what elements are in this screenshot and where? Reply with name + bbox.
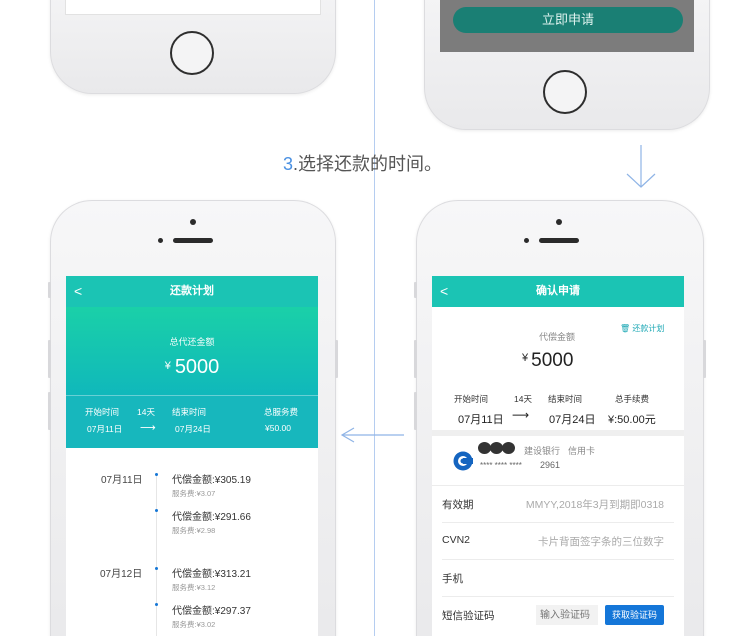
phone-screen [65,0,321,15]
amount-label: 代偿金额 [539,332,576,342]
phone-label: 手机 [442,573,463,585]
arrow-right-icon: ⟶ [512,408,530,422]
redacted-name [478,442,518,454]
side-button [335,340,338,378]
total-label: 总代还金额 [169,337,215,347]
sms-code-input[interactable] [536,605,598,625]
start-value: 07月11日 [458,414,504,426]
bank-logo-icon [453,451,473,471]
cvn-row: CVN2 卡片背面签字条的三位数字 [442,523,674,560]
trash-icon: 🗑 [620,324,631,333]
start-label: 开始时间 [454,394,489,404]
side-button [414,340,417,378]
nav-bar: < 确认申请 [432,276,684,307]
camera-icon [190,219,196,225]
expiry-label: 有效期 [442,499,474,511]
plan-link[interactable]: 🗑 还款计划 [620,323,664,334]
plan-fee: 服务费:¥2.98 [172,526,216,535]
sms-row: 短信验证码 获取验证码 [442,597,674,634]
repayment-plan-screen: < 还款计划 总代还金额 ¥5000 开始时间 14天 结束时间 总服务费 07… [66,276,318,636]
apply-button[interactable]: 立即申请 [453,7,683,33]
sensor-icon [524,238,529,243]
camera-icon [556,219,562,225]
amount-section: 代偿金额 🗑 还款计划 ¥5000 开始时间 14天 结束时间 总手续费 07月… [432,307,684,430]
side-button [414,392,417,430]
expiry-row: 有效期 MMYY,2018年3月到期即0318 [442,486,674,523]
timeline-dot [155,603,158,606]
card-mask: **** **** **** [480,461,522,470]
plan-amount: 代偿金额:¥291.66 [172,512,251,523]
plan-fee: 服务费:¥3.07 [172,489,216,498]
confirm-application-screen: < 确认申请 代偿金额 🗑 还款计划 ¥5000 开始时间 14天 结束时间 总… [432,276,684,636]
back-icon[interactable]: < [440,276,448,307]
speaker-icon [173,238,213,243]
start-value: 07月11日 [87,424,123,434]
start-label: 开始时间 [85,407,120,417]
period-panel: 开始时间 14天 结束时间 总服务费 07月11日 ⟶ 07月24日 ¥50.0… [66,395,318,448]
nav-bar: < 还款计划 [66,276,318,307]
side-button [48,392,51,430]
cvn-field[interactable]: 卡片背面签字条的三位数字 [538,534,664,549]
get-code-button[interactable]: 获取验证码 [604,605,664,625]
plan-date: 07月12日 [100,569,143,580]
days-label: 14天 [137,407,155,417]
arrow-down-icon [626,145,656,188]
timeline-line [156,474,157,636]
end-value: 07月24日 [175,424,211,434]
arrow-right-icon: ⟶ [140,422,156,434]
arrow-left-icon [340,427,404,443]
phone-row: 手机 [442,560,674,597]
step-caption: 3.选择还款的时间。 [283,154,443,174]
card-type: 信用卡 [568,446,596,456]
fee-label: 总服务费 [264,407,299,417]
plan-amount: 代偿金额:¥297.37 [172,606,251,617]
plan-amount: 代偿金额:¥313.21 [172,569,251,580]
page-title: 还款计划 [170,285,214,297]
timeline-dot [155,509,158,512]
timeline-dot [155,473,158,476]
home-button [543,70,587,114]
side-button [48,282,51,298]
timeline-dot [155,567,158,570]
bank-card-row[interactable]: 建设银行 信用卡 **** **** **** 2961 [432,436,684,486]
divider-line [374,0,375,636]
speaker-icon [539,238,579,243]
bank-name: 建设银行 [524,446,561,456]
total-amount-panel: 总代还金额 ¥5000 [66,307,318,395]
days-label: 14天 [514,394,532,404]
plan-amount: 代偿金额:¥305.19 [172,475,251,486]
total-amount: ¥5000 [164,356,220,378]
end-label: 结束时间 [548,394,583,404]
page-title: 确认申请 [536,285,580,297]
fee-label: 总手续费 [615,394,650,404]
plan-fee: 服务费:¥3.12 [172,583,216,592]
end-value: 07月24日 [549,414,596,426]
side-button [48,340,51,378]
home-button [170,31,214,75]
expiry-field[interactable]: MMYY,2018年3月到期即0318 [526,497,664,512]
cvn-label: CVN2 [442,534,471,546]
card-last4: 2961 [540,460,561,470]
end-label: 结束时间 [172,407,207,417]
back-icon[interactable]: < [74,276,82,307]
confirm-amount: ¥5000 [522,350,574,371]
side-button [703,340,706,378]
side-button [414,282,417,298]
sensor-icon [158,238,163,243]
plan-date: 07月11日 [101,475,143,486]
fee-value: ¥:50.00元 [608,414,656,426]
plan-fee: 服务费:¥3.02 [172,620,216,629]
sms-label: 短信验证码 [442,610,495,622]
fee-value: ¥50.00 [265,423,291,433]
